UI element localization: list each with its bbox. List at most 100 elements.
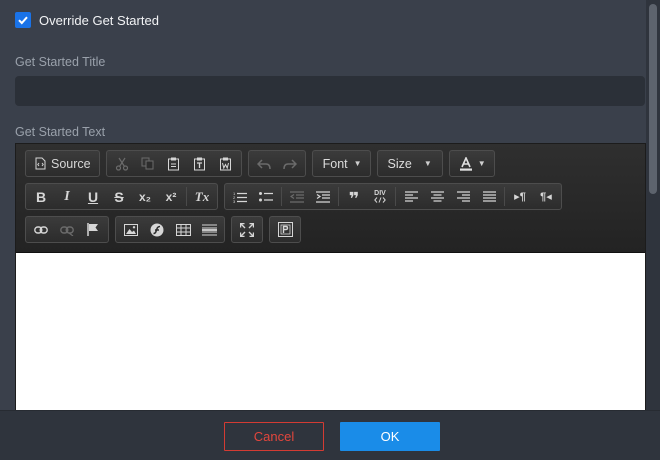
cancel-button[interactable]: Cancel (224, 422, 324, 451)
ok-button[interactable]: OK (340, 422, 440, 451)
paste-icon (168, 157, 180, 170)
paragraph-group: 1 2 3 ❞ DIV ▸¶ ¶◂ (224, 183, 562, 210)
increase-indent-button[interactable] (310, 185, 336, 208)
indent-icon (316, 190, 330, 203)
override-label: Override Get Started (39, 12, 159, 28)
cut-button[interactable] (109, 152, 135, 175)
table-icon (175, 223, 191, 236)
separator (338, 187, 339, 206)
anchor-button[interactable] (80, 218, 106, 241)
paste-word-button[interactable] (213, 152, 239, 175)
toolbar-row-1: Source Font ▼ Size ▼ ▼ (25, 150, 645, 177)
font-dropdown[interactable]: Font ▼ (315, 152, 368, 175)
image-icon (124, 223, 138, 236)
link-button[interactable] (28, 218, 54, 241)
text-color-icon (459, 156, 472, 171)
separator (395, 187, 396, 206)
strikethrough-button[interactable]: S (106, 185, 132, 208)
image-button[interactable] (118, 218, 144, 241)
flash-button[interactable] (144, 218, 170, 241)
unlink-button[interactable] (54, 218, 80, 241)
paste-word-icon (220, 157, 232, 170)
copy-icon (141, 157, 154, 170)
chevron-down-icon: ▼ (423, 159, 432, 168)
blockquote-button[interactable]: ❞ (341, 185, 367, 209)
redo-icon (282, 158, 297, 169)
size-dropdown[interactable]: Size ▼ (380, 152, 440, 175)
italic-button[interactable]: I (54, 185, 80, 208)
numbered-list-button[interactable]: 1 2 3 (227, 185, 253, 208)
text-direction-rtl-button[interactable]: ¶◂ (533, 185, 559, 208)
toolbar-row-2: B I U S x₂ x² Tx 1 2 3 ❞ DIV ▸¶ ¶◂ (25, 183, 645, 210)
scissors-icon (115, 157, 128, 171)
horizontal-rule-icon (201, 223, 217, 236)
show-blocks-icon (277, 222, 293, 237)
bold-button[interactable]: B (28, 185, 54, 208)
scrollbar[interactable] (646, 0, 660, 410)
underline-button[interactable]: U (80, 185, 106, 208)
superscript-button[interactable]: x² (158, 185, 184, 208)
align-right-icon (456, 191, 470, 202)
bulleted-list-button[interactable] (253, 185, 279, 208)
svg-text:3: 3 (233, 199, 236, 203)
paste-text-icon (194, 157, 206, 170)
create-div-button[interactable]: DIV (367, 185, 393, 208)
source-icon (35, 157, 46, 170)
rich-text-editor: Source Font ▼ Size ▼ ▼ B I U S x₂ x² Tx … (15, 143, 646, 410)
align-left-icon (404, 191, 418, 202)
chevron-down-icon: ▼ (477, 159, 486, 168)
override-checkbox[interactable] (15, 12, 31, 28)
decrease-indent-button[interactable] (284, 185, 310, 208)
subscript-button[interactable]: x₂ (132, 185, 158, 208)
editor-toolbar: Source Font ▼ Size ▼ ▼ B I U S x₂ x² Tx … (16, 144, 645, 253)
title-label: Get Started Title (15, 55, 106, 69)
code-brackets-icon (374, 197, 386, 203)
paste-text-button[interactable] (187, 152, 213, 175)
override-row[interactable]: Override Get Started (15, 12, 159, 28)
source-button[interactable]: Source (28, 152, 97, 175)
separator (186, 187, 187, 206)
dialog-content: Override Get Started Get Started Title G… (0, 0, 646, 410)
history-group (247, 150, 306, 177)
outdent-icon (290, 190, 304, 203)
align-right-button[interactable] (450, 185, 476, 208)
editor-body[interactable] (16, 253, 645, 410)
paste-button[interactable] (161, 152, 187, 175)
redo-button[interactable] (277, 152, 303, 175)
flag-icon (87, 223, 98, 236)
undo-button[interactable] (251, 152, 277, 175)
font-group: Font ▼ (311, 150, 371, 177)
undo-icon (256, 158, 271, 169)
bulleted-list-icon (259, 191, 273, 201)
basic-styles-group: B I U S x₂ x² Tx (25, 183, 218, 210)
align-center-button[interactable] (424, 185, 450, 208)
size-group: Size ▼ (376, 150, 443, 177)
remove-format-button[interactable]: Tx (189, 185, 215, 208)
align-center-icon (430, 191, 444, 202)
clipboard-group (105, 150, 242, 177)
text-label: Get Started Text (15, 125, 106, 139)
copy-button[interactable] (135, 152, 161, 175)
dialog-footer: Cancel OK (0, 410, 660, 460)
text-color-dropdown[interactable]: ▼ (452, 152, 492, 175)
numbered-list-icon: 1 2 3 (233, 191, 247, 203)
horizontal-rule-button[interactable] (196, 218, 222, 241)
show-blocks-button[interactable] (272, 218, 298, 241)
div-label: DIV (374, 190, 386, 197)
unlink-icon (60, 225, 74, 236)
flash-icon (150, 223, 164, 236)
table-button[interactable] (170, 218, 196, 241)
align-left-button[interactable] (398, 185, 424, 208)
justify-icon (482, 191, 496, 202)
link-icon (34, 225, 48, 234)
title-input[interactable] (15, 76, 645, 106)
text-direction-ltr-button[interactable]: ▸¶ (507, 185, 533, 208)
insert-group (115, 216, 225, 243)
maximize-icon (240, 222, 254, 237)
maximize-button[interactable] (234, 218, 260, 241)
separator (504, 187, 505, 206)
show-blocks-group (269, 216, 301, 243)
maximize-group (231, 216, 263, 243)
scrollbar-thumb[interactable] (649, 4, 657, 194)
justify-button[interactable] (476, 185, 502, 208)
